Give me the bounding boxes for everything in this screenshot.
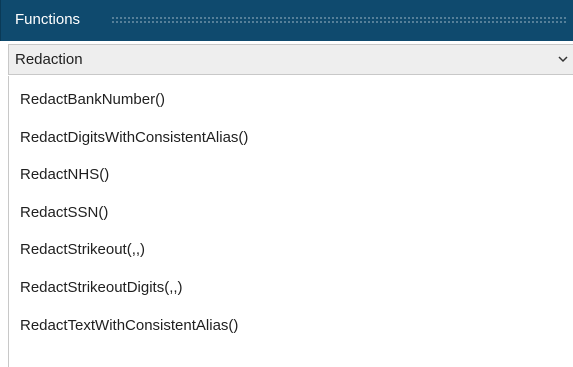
panel-title: Functions — [15, 11, 81, 28]
list-item[interactable]: RedactStrikeoutDigits(,,) — [20, 278, 183, 298]
function-list: RedactBankNumber() RedactDigitsWithConsi… — [8, 76, 573, 367]
panel-header: Functions — [0, 0, 573, 41]
list-item[interactable]: RedactNHS() — [20, 165, 109, 185]
list-item[interactable]: RedactSSN() — [20, 203, 108, 223]
chevron-down-icon — [556, 52, 570, 66]
list-item[interactable]: RedactStrikeout(,,) — [20, 240, 145, 260]
functions-panel: Functions Redaction RedactBankNumber() R… — [0, 0, 573, 367]
category-dropdown[interactable]: Redaction — [8, 44, 573, 75]
list-item[interactable]: RedactDigitsWithConsistentAlias() — [20, 128, 248, 148]
list-item[interactable]: RedactTextWithConsistentAlias() — [20, 316, 238, 336]
list-item[interactable]: RedactBankNumber() — [20, 90, 165, 110]
category-dropdown-value: Redaction — [15, 51, 83, 68]
header-drag-grip[interactable] — [111, 16, 567, 24]
